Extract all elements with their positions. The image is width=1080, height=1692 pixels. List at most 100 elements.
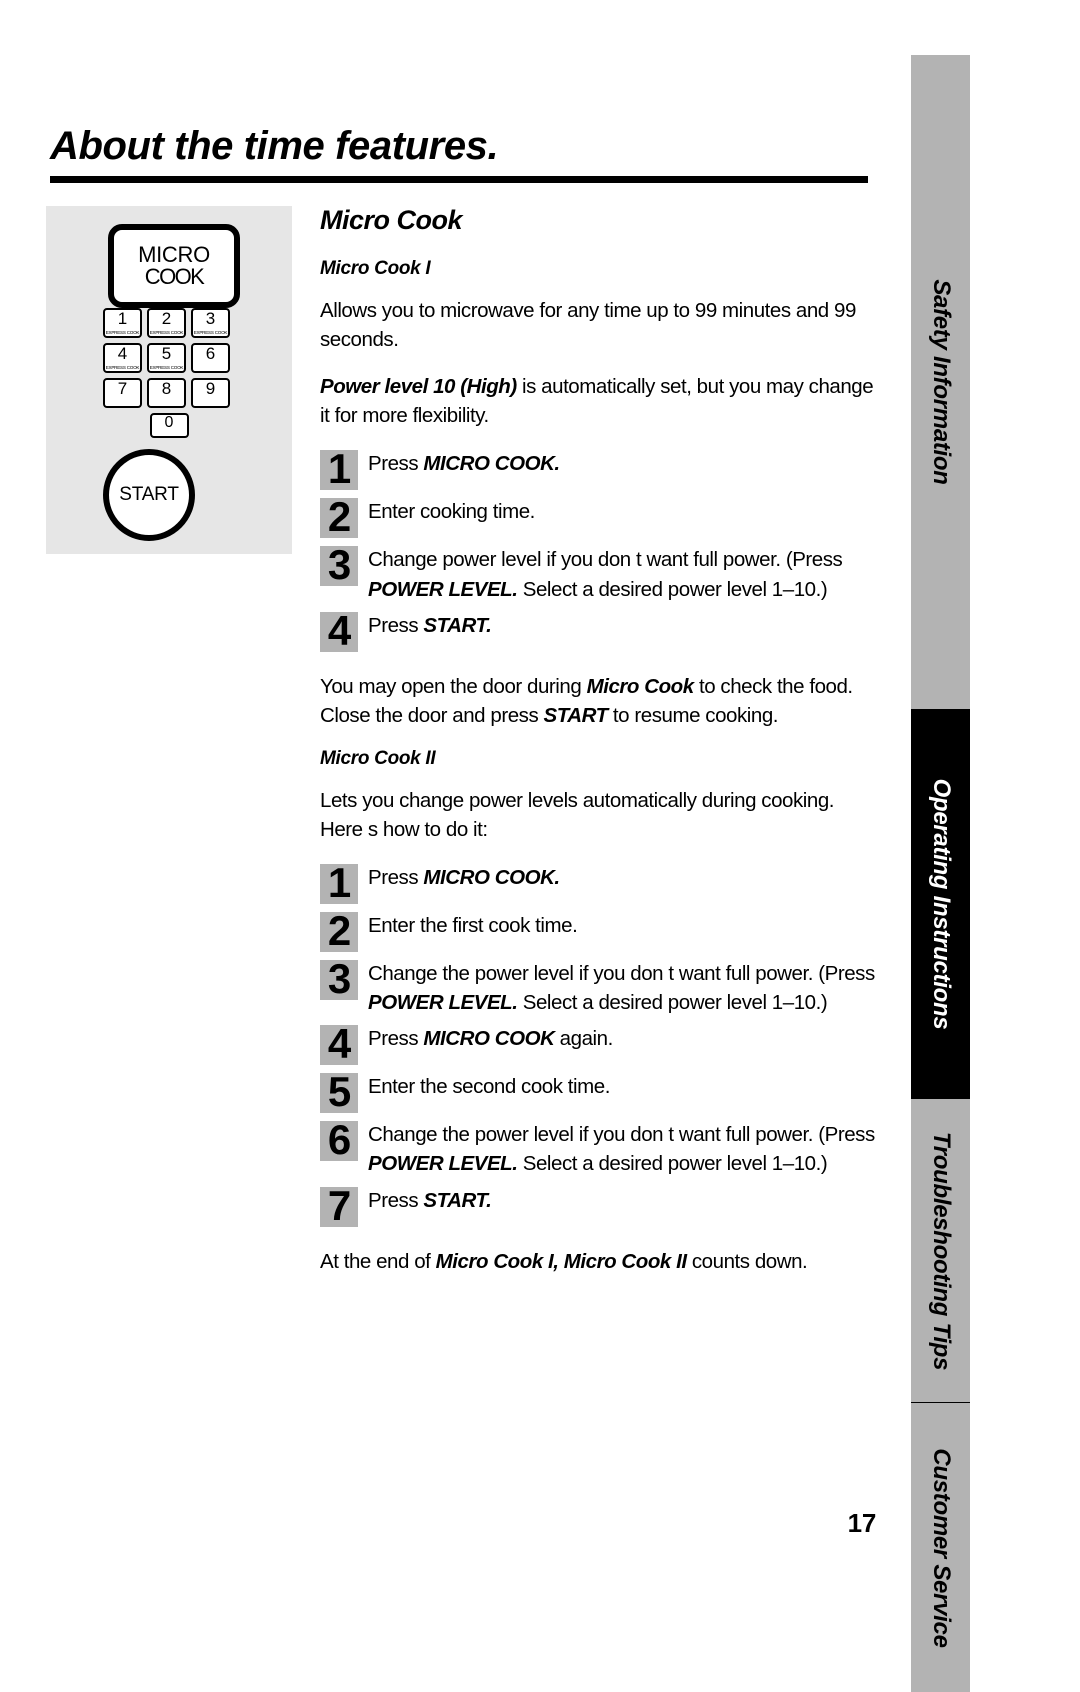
page-title: About the time features. — [50, 124, 499, 168]
keypad-key-3-sublabel: EXPRESS COOK — [193, 331, 228, 336]
step-item: 3 Change the power level if you don t wa… — [320, 958, 876, 1017]
step-number: 2 — [320, 496, 358, 539]
step-text-italic: POWER LEVEL. — [368, 577, 518, 601]
step-item: 2 Enter cooking time. — [320, 496, 876, 539]
page-header: About the time features. — [50, 126, 868, 183]
keypad-key-4: 4 EXPRESS COOK — [103, 343, 142, 373]
keypad-key-2: 2 EXPRESS COOK — [147, 308, 186, 338]
step-text-before: Press — [368, 1027, 424, 1051]
step-text: Press MICRO COOK. — [368, 448, 876, 478]
step-item: 4 Press START. — [320, 609, 876, 652]
step-text: Press MICRO COOK. — [368, 862, 876, 892]
keypad-key-5-digit: 5 — [161, 344, 172, 363]
section-title-micro-cook: Micro Cook — [320, 205, 463, 235]
keypad-key-1: 1 EXPRESS COOK — [103, 308, 142, 338]
keypad-key-2-digit: 2 — [161, 309, 172, 328]
keypad-key-4-digit: 4 — [117, 344, 128, 363]
step-text: Change the power level if you don t want… — [368, 958, 876, 1017]
step-number: 5 — [320, 1071, 358, 1114]
side-tab-label: Safety Information — [927, 279, 955, 485]
side-tab-label: Troubleshooting Tips — [927, 1131, 955, 1370]
closing-text-3: to resume cooking. — [607, 703, 779, 727]
step-text-after: Select a desired power level 1–10.) — [517, 577, 828, 601]
step-text-before: Press — [368, 866, 424, 890]
step-text-italic: START. — [423, 1188, 492, 1212]
micro-cook-1-paragraph-2: Power level 10 (High) is automatically s… — [320, 372, 876, 430]
step-item: 5 Enter the second cook time. — [320, 1071, 876, 1114]
step-number: 1 — [320, 448, 358, 491]
side-tab-troubleshooting-tips[interactable]: Troubleshooting Tips — [911, 1099, 970, 1402]
step-text: Press START. — [368, 1185, 876, 1215]
step-text-italic: MICRO COOK. — [423, 452, 560, 476]
closing-text-1: At the end of — [320, 1249, 436, 1273]
side-tab-safety-information[interactable]: Safety Information — [911, 55, 970, 709]
micro-cook-1-closing-paragraph: You may open the door during Micro Cook … — [320, 672, 876, 730]
start-button-illustration: START — [103, 449, 195, 541]
step-text-before: Enter the first cook time. — [368, 914, 578, 938]
step-item: 3 Change power level if you don t want f… — [320, 544, 876, 603]
step-text-before: Change the power level if you don t want… — [368, 1123, 875, 1147]
step-number: 3 — [320, 544, 358, 587]
keypad-key-5-sublabel: EXPRESS COOK — [149, 366, 184, 371]
step-number: 4 — [320, 1023, 358, 1066]
step-text: Change the power level if you don t want… — [368, 1119, 876, 1178]
step-text-before: Change the power level if you don t want… — [368, 962, 875, 986]
subheading-micro-cook-1: Micro Cook I — [320, 258, 431, 279]
step-text-before: Change power level if you don t want ful… — [368, 548, 843, 572]
step-item: 6 Change the power level if you don t wa… — [320, 1119, 876, 1178]
side-tab-customer-service[interactable]: Customer Service — [911, 1403, 970, 1692]
power-level-emphasis: Power level 10 (High) — [320, 375, 517, 399]
step-item: 2 Enter the first cook time. — [320, 910, 876, 953]
step-text-before: Press — [368, 452, 424, 476]
keypad-row-2: 4 EXPRESS COOK 5 EXPRESS COOK 6 — [103, 343, 235, 373]
micro-cook-2-closing-paragraph: At the end of Micro Cook I, Micro Cook I… — [320, 1247, 876, 1276]
keypad-key-3: 3 EXPRESS COOK — [191, 308, 230, 338]
step-number: 1 — [320, 862, 358, 905]
keypad-key-1-sublabel: EXPRESS COOK — [105, 331, 140, 336]
side-tab-label: Customer Service — [927, 1447, 955, 1648]
start-button-label: START — [119, 484, 179, 505]
step-text: Press MICRO COOK again. — [368, 1023, 876, 1053]
keypad-row-3: 7 8 9 — [103, 378, 235, 408]
step-text: Enter the first cook time. — [368, 910, 876, 940]
closing-text-2: counts down. — [686, 1249, 808, 1273]
side-tab-operating-instructions[interactable]: Operating Instructions — [911, 709, 970, 1099]
micro-cook-button-line2: COOK — [144, 264, 205, 289]
closing-italic-1: Micro Cook — [586, 674, 695, 698]
numeric-keypad-illustration: 1 EXPRESS COOK 2 EXPRESS COOK 3 EXPRESS … — [103, 308, 235, 443]
step-text: Change power level if you don t want ful… — [368, 544, 876, 603]
micro-cook-1-paragraph-1: Allows you to microwave for any time up … — [320, 299, 856, 352]
side-tab-label: Operating Instructions — [927, 778, 955, 1030]
keypad-key-8: 8 — [147, 378, 186, 408]
step-item: 1 Press MICRO COOK. — [320, 862, 876, 905]
step-text-before: Enter cooking time. — [368, 500, 535, 524]
micro-cook-button-line1: MICRO — [138, 241, 210, 267]
keypad-key-6: 6 — [191, 343, 230, 373]
step-number: 2 — [320, 910, 358, 953]
keypad-key-9: 9 — [191, 378, 230, 408]
step-text-italic: MICRO COOK — [423, 1027, 555, 1051]
section-tab-rail: Safety Information Operating Instruction… — [911, 55, 970, 1692]
step-text-before: Press — [368, 613, 424, 637]
step-number: 3 — [320, 958, 358, 1001]
keypad-key-7-digit: 7 — [117, 379, 128, 398]
keypad-row-4: 0 — [103, 413, 235, 438]
step-text-before: Enter the second cook time. — [368, 1075, 610, 1099]
keypad-key-8-digit: 8 — [161, 379, 172, 398]
step-text-before: Press — [368, 1188, 424, 1212]
micro-cook-button-illustration: MICRO COOK — [108, 224, 240, 308]
micro-cook-2-paragraph-1: Lets you change power levels automatical… — [320, 788, 835, 841]
step-text-italic: START. — [423, 613, 492, 637]
step-text-after: Select a desired power level 1–10.) — [517, 1152, 828, 1176]
step-text: Enter the second cook time. — [368, 1071, 876, 1101]
step-item: 1 Press MICRO COOK. — [320, 448, 876, 491]
keypad-key-6-digit: 6 — [205, 344, 216, 363]
step-item: 4 Press MICRO COOK again. — [320, 1023, 876, 1066]
page-number: 17 — [847, 1508, 877, 1538]
closing-italic-2: START — [543, 703, 609, 727]
title-rule — [50, 176, 868, 183]
closing-italic-1: Micro Cook I, Micro Cook II — [435, 1249, 687, 1273]
step-text-italic: MICRO COOK. — [423, 866, 560, 890]
step-text-italic: POWER LEVEL. — [368, 1152, 518, 1176]
keypad-key-4-sublabel: EXPRESS COOK — [105, 366, 140, 371]
